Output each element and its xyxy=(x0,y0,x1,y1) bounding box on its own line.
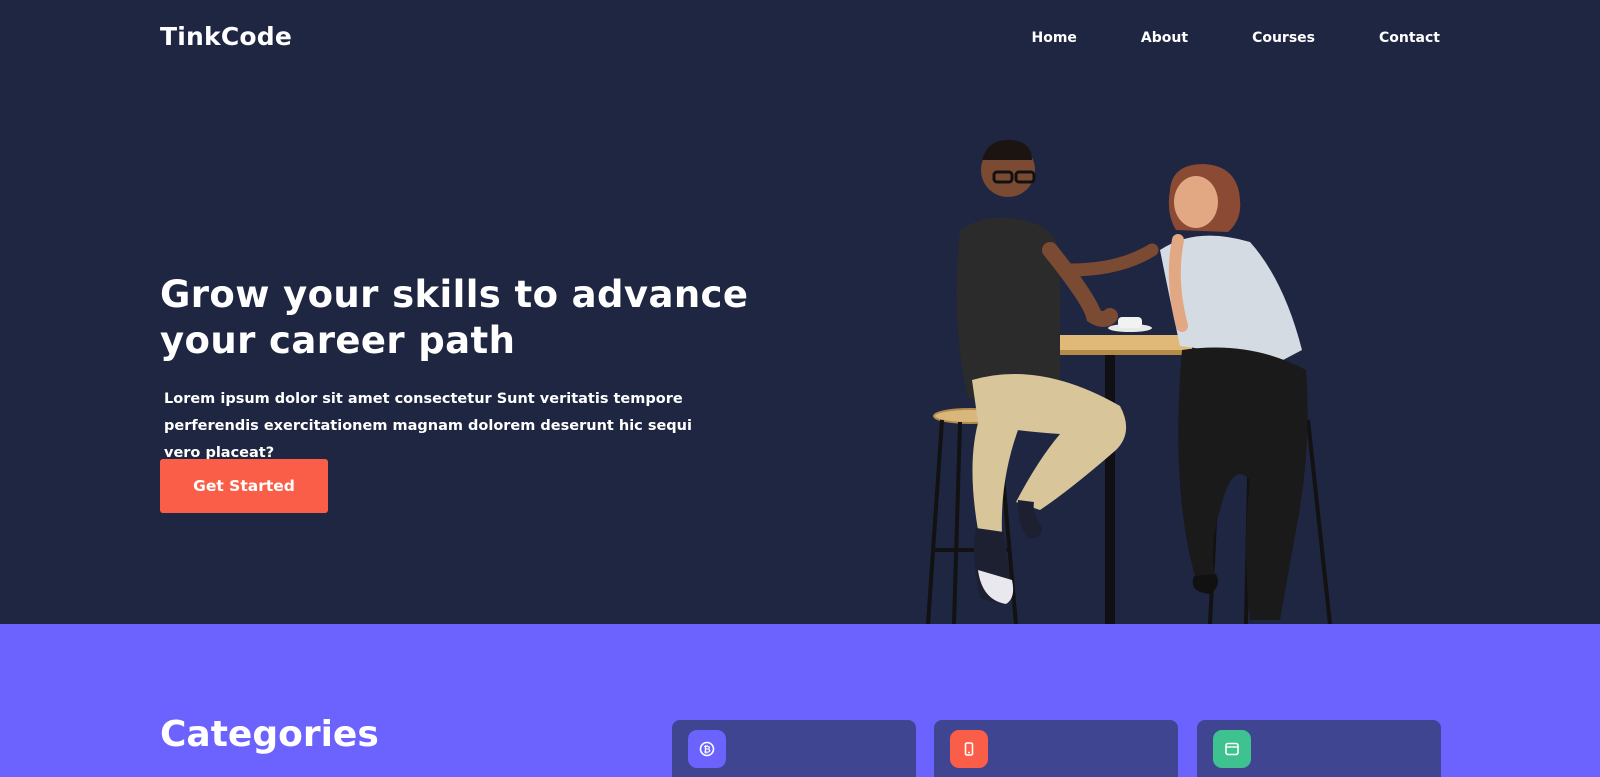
brand-logo[interactable]: TinkCode xyxy=(160,22,292,51)
category-card[interactable] xyxy=(934,720,1178,777)
nav-home-link[interactable]: Home xyxy=(1032,30,1077,46)
hero-illustration xyxy=(926,139,1332,624)
nav-contact-link[interactable]: Contact xyxy=(1379,30,1440,46)
hero-headline: Grow your skills to advance your career … xyxy=(160,273,749,362)
nav-links: Home About Courses Contact xyxy=(1032,30,1441,46)
man-figure xyxy=(956,139,1159,604)
bitcoin-icon: ₿ xyxy=(688,730,726,768)
mobile-icon xyxy=(950,730,988,768)
navbar: TinkCode Home About Courses Contact xyxy=(0,0,1600,76)
categories-title: Categories xyxy=(160,714,379,755)
nav-courses-link[interactable]: Courses xyxy=(1252,30,1315,46)
category-card[interactable]: ₿ xyxy=(672,720,916,777)
browser-window-icon xyxy=(1213,730,1251,768)
get-started-button[interactable]: Get Started xyxy=(160,459,328,513)
categories-section: Categories ₿ xyxy=(0,624,1600,777)
category-card[interactable] xyxy=(1197,720,1441,777)
hero-subtext: Lorem ipsum dolor sit amet consectetur S… xyxy=(164,391,692,461)
hero-section: TinkCode Home About Courses Contact Grow… xyxy=(0,0,1600,624)
woman-figure xyxy=(1160,164,1308,620)
nav-about-link[interactable]: About xyxy=(1141,30,1188,46)
svg-text:₿: ₿ xyxy=(703,744,710,755)
